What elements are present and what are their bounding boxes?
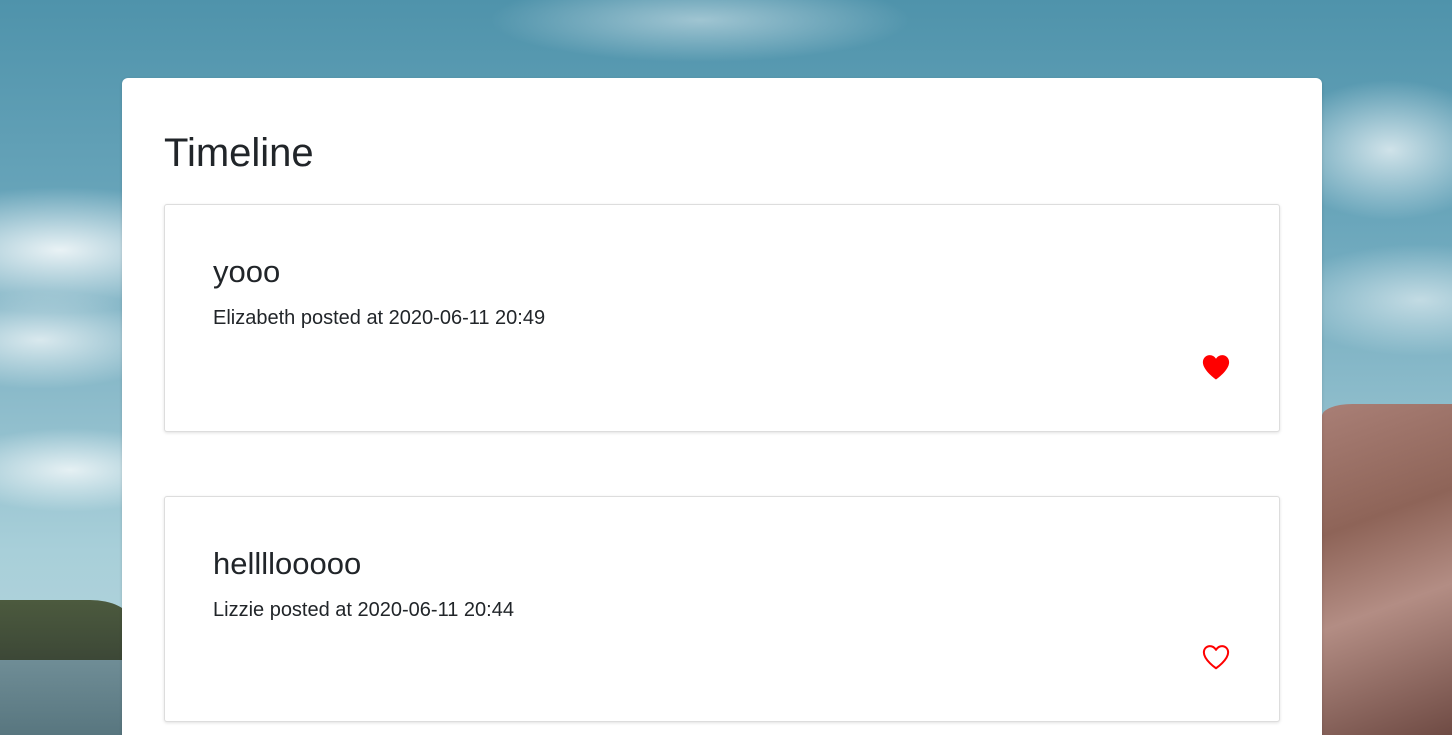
post-card: hellllooooo Lizzie posted at 2020-06-11 … bbox=[164, 496, 1280, 722]
heart-outline-icon[interactable] bbox=[1201, 643, 1231, 671]
post-meta: Elizabeth posted at 2020-06-11 20:49 bbox=[213, 307, 546, 329]
page-title: Timeline bbox=[164, 131, 314, 175]
heart-filled-icon[interactable] bbox=[1201, 353, 1231, 381]
background-hill bbox=[0, 600, 130, 665]
background-sea bbox=[0, 660, 130, 735]
post-title: yooo bbox=[213, 254, 281, 289]
post-title: hellllooooo bbox=[213, 546, 362, 581]
background-cliff bbox=[1322, 404, 1452, 735]
post-meta: Lizzie posted at 2020-06-11 20:44 bbox=[213, 599, 514, 621]
timeline-card: Timeline yooo Elizabeth posted at 2020-0… bbox=[122, 78, 1322, 735]
post-card: yooo Elizabeth posted at 2020-06-11 20:4… bbox=[164, 204, 1280, 432]
